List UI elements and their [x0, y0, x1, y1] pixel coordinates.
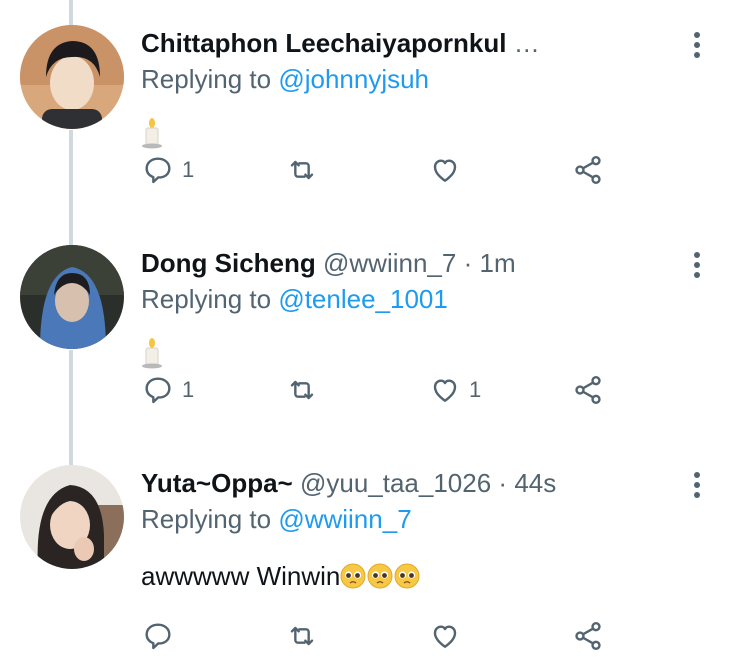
avatar[interactable]	[20, 465, 124, 569]
replying-to-mention[interactable]: @tenlee_1001	[278, 284, 448, 314]
retweet-icon	[290, 380, 314, 400]
tweet-actions: 1 1	[0, 372, 750, 408]
replying-to-label: Replying to	[141, 284, 272, 314]
more-vertical-icon[interactable]	[694, 32, 702, 58]
reply-button[interactable]	[142, 618, 174, 654]
reply-icon	[145, 377, 171, 404]
share-button[interactable]	[572, 152, 604, 188]
like-button[interactable]: 1	[429, 372, 481, 408]
like-icon	[433, 159, 457, 182]
reply-button[interactable]: 1	[142, 372, 194, 408]
tweet-actions	[0, 618, 750, 654]
retweet-icon	[290, 626, 314, 646]
tweet-text: awwwww Winwin	[141, 556, 421, 600]
tweet-actions: 1	[0, 152, 750, 188]
like-icon	[433, 625, 457, 648]
username[interactable]: @yuu_taa_1026	[300, 468, 491, 498]
reply-icon	[145, 157, 171, 184]
reply-count: 1	[182, 377, 195, 402]
more-vertical-icon[interactable]	[694, 252, 702, 278]
pleading-face-icon	[367, 560, 393, 600]
separator-dot: ·	[498, 468, 508, 498]
separator-dot: ·	[463, 248, 473, 278]
reply-icon	[145, 623, 171, 650]
replying-to-mention[interactable]: @wwiinn_7	[278, 504, 411, 534]
timestamp[interactable]: 44s	[514, 468, 556, 498]
replying-to: Replying to @johnnyjsuh	[141, 62, 429, 96]
display-name[interactable]: Yuta~Oppa~	[141, 468, 293, 498]
tweet-header: Yuta~Oppa~ @yuu_taa_1026 · 44s	[141, 466, 680, 500]
avatar[interactable]	[20, 245, 124, 349]
share-button[interactable]	[572, 372, 604, 408]
timestamp[interactable]: 1m	[480, 248, 516, 278]
more-vertical-icon[interactable]	[694, 472, 702, 498]
pleading-face-icon	[394, 560, 420, 600]
share-icon	[575, 156, 601, 184]
share-icon	[575, 376, 601, 404]
like-button[interactable]	[429, 618, 461, 654]
avatar[interactable]	[20, 25, 124, 129]
reply-count: 1	[182, 157, 195, 182]
like-button[interactable]	[429, 152, 461, 188]
share-icon	[575, 622, 601, 650]
username[interactable]: @wwiinn_7	[323, 248, 456, 278]
tweet[interactable]: Yuta~Oppa~ @yuu_taa_1026 · 44s Replying …	[0, 440, 750, 660]
retweet-button[interactable]	[285, 152, 319, 188]
like-count: 1	[469, 377, 482, 402]
overflow-ellipsis: …	[513, 28, 540, 58]
display-name[interactable]: Chittaphon Leechaiyapornkul	[141, 28, 507, 58]
replying-to-mention[interactable]: @johnnyjsuh	[278, 64, 429, 94]
tweet-text-content: awwwww Winwin	[141, 561, 341, 591]
tweet-header: Dong Sicheng @wwiinn_7 · 1m	[141, 246, 680, 280]
replying-to: Replying to @wwiinn_7	[141, 502, 412, 536]
display-name[interactable]: Dong Sicheng	[141, 248, 316, 278]
replying-to: Replying to @tenlee_1001	[141, 282, 448, 316]
replying-to-label: Replying to	[141, 64, 272, 94]
tweet[interactable]: Chittaphon Leechaiyapornkul … Replying t…	[0, 0, 750, 220]
reply-button[interactable]: 1	[142, 152, 194, 188]
pleading-face-icon	[340, 560, 366, 600]
tweet-header: Chittaphon Leechaiyapornkul …	[141, 26, 680, 60]
like-icon	[433, 379, 457, 402]
retweet-button[interactable]	[285, 372, 319, 408]
retweet-button[interactable]	[285, 618, 319, 654]
replying-to-label: Replying to	[141, 504, 272, 534]
retweet-icon	[290, 160, 314, 180]
share-button[interactable]	[572, 618, 604, 654]
tweet[interactable]: Dong Sicheng @wwiinn_7 · 1m Replying to …	[0, 220, 750, 440]
